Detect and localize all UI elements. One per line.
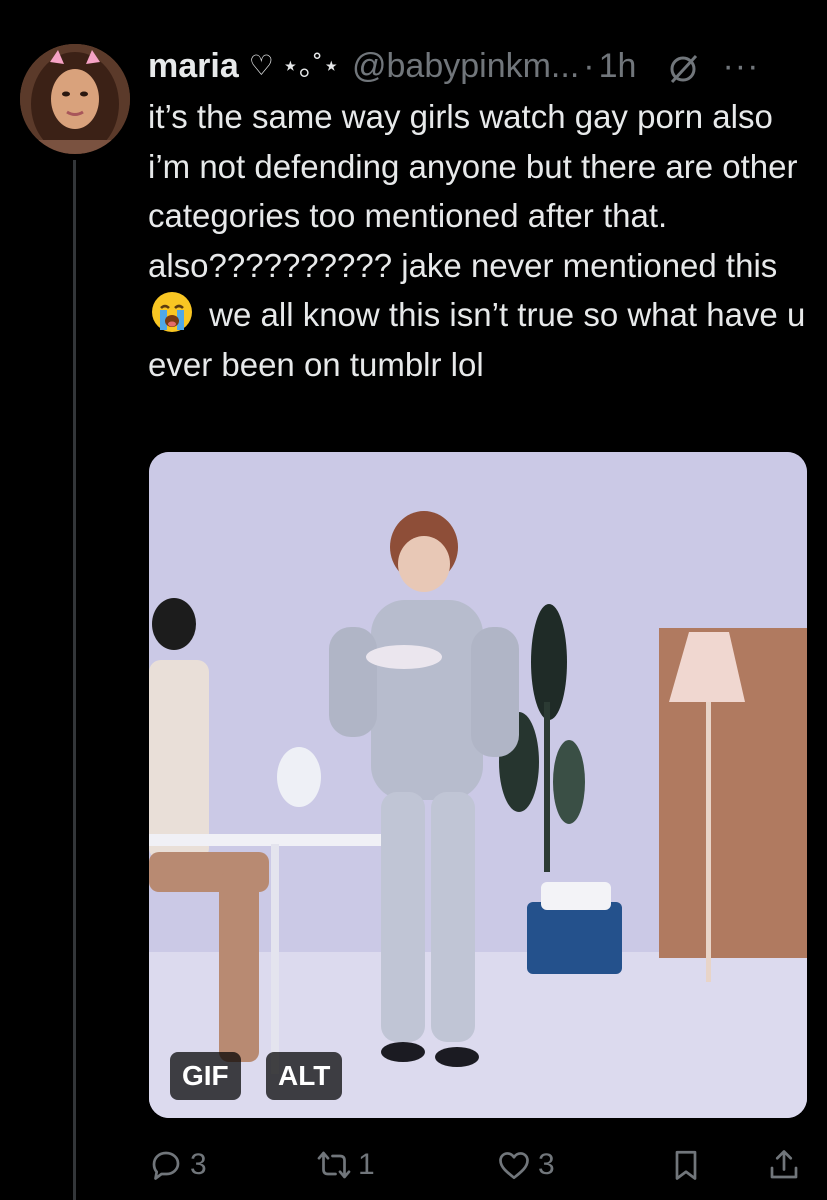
tweet-text-part-1: it’s the same way girls watch gay porn a… [148,98,798,284]
bookmark-icon [675,1150,697,1180]
thread-line [73,160,76,1200]
profile-photo-icon [20,44,130,154]
avatar[interactable] [20,44,130,154]
name-decoration: ♡ ⋆｡˚⋆ [248,50,340,81]
share-icon [770,1150,798,1179]
separator-dot: · [583,47,595,85]
retweet-button[interactable]: 1 [316,1140,375,1190]
bookmark-button[interactable] [668,1140,710,1190]
tweet-text: it’s the same way girls watch gay porn a… [148,92,808,389]
reply-count: 3 [190,1148,207,1181]
timestamp[interactable]: 1h [599,40,637,92]
gif-badge: GIF [170,1052,241,1100]
media-gif[interactable] [149,452,807,1118]
share-button[interactable] [766,1140,808,1190]
more-options-icon[interactable]: ··· [722,49,759,83]
tweet-text-part-2: we all know this isn’t true so what have… [148,296,815,383]
retweet-count: 1 [358,1148,375,1181]
gif-scene [149,452,807,1118]
reply-icon [152,1151,180,1180]
reply-button[interactable]: 3 [148,1140,207,1190]
like-count: 3 [538,1148,555,1181]
user-handle[interactable]: @babypinkm... [352,40,579,92]
alt-text-badge[interactable]: ALT [266,1052,343,1100]
heart-icon [499,1152,529,1180]
tweet-header: maria ♡ ⋆｡˚⋆ @babypinkm... · 1h ··· [148,40,808,92]
grok-icon[interactable] [666,49,700,84]
like-button[interactable]: 3 [496,1140,555,1190]
loudly-crying-face-emoji-icon [150,290,194,334]
tweet-actions: 3 1 3 [148,1140,808,1190]
retweet-icon [317,1151,351,1179]
display-name[interactable]: maria [148,40,239,92]
